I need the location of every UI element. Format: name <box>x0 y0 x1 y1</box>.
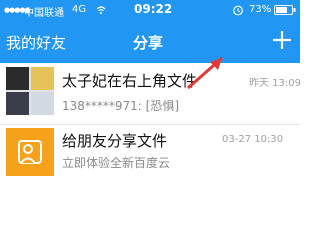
item-title: 太子妃在右上角文件 <box>62 72 198 90</box>
status-bar: ●●●●● 中国联通 4G 09:22 73% <box>0 0 300 20</box>
item-time: 03-27 10:30 <box>222 134 284 145</box>
item-subtitle: 立即体验全新百度云 <box>62 156 171 170</box>
item-time: 昨天 13:09 <box>249 78 301 89</box>
item-title: 给朋友分享文件 <box>62 132 168 150</box>
wifi-icon <box>96 6 106 14</box>
item-subtitle: 138*****971: [恐惧] <box>62 99 180 113</box>
network-label: 4G <box>72 4 87 15</box>
page-title: 分享 <box>133 34 164 52</box>
avatar <box>6 67 29 90</box>
header: ●●●●● 中国联通 4G 09:22 73% 我的好友 分享 <box>0 0 300 63</box>
alarm-icon <box>233 5 243 16</box>
annotation-arrow <box>187 56 223 90</box>
battery-percentage: 73% <box>249 4 272 15</box>
avatar <box>31 92 54 115</box>
group-avatar <box>6 67 54 115</box>
clock: 09:22 <box>134 2 173 16</box>
list-item[interactable]: 太子妃在右上角文件 138*****971: [恐惧] 昨天 13:09 <box>0 63 301 125</box>
carrier-label: 中国联通 <box>24 8 64 19</box>
battery-icon <box>274 5 296 15</box>
avatar <box>31 67 54 90</box>
share-icon <box>6 128 54 176</box>
share-list: 太子妃在右上角文件 138*****971: [恐惧] 昨天 13:09 给朋友… <box>0 63 301 200</box>
share-file-icon <box>18 140 42 164</box>
my-friends-link[interactable]: 我的好友 <box>6 32 66 53</box>
list-item[interactable]: 给朋友分享文件 立即体验全新百度云 03-27 10:30 <box>0 125 300 186</box>
avatar <box>6 92 29 115</box>
plus-icon[interactable] <box>271 29 293 51</box>
